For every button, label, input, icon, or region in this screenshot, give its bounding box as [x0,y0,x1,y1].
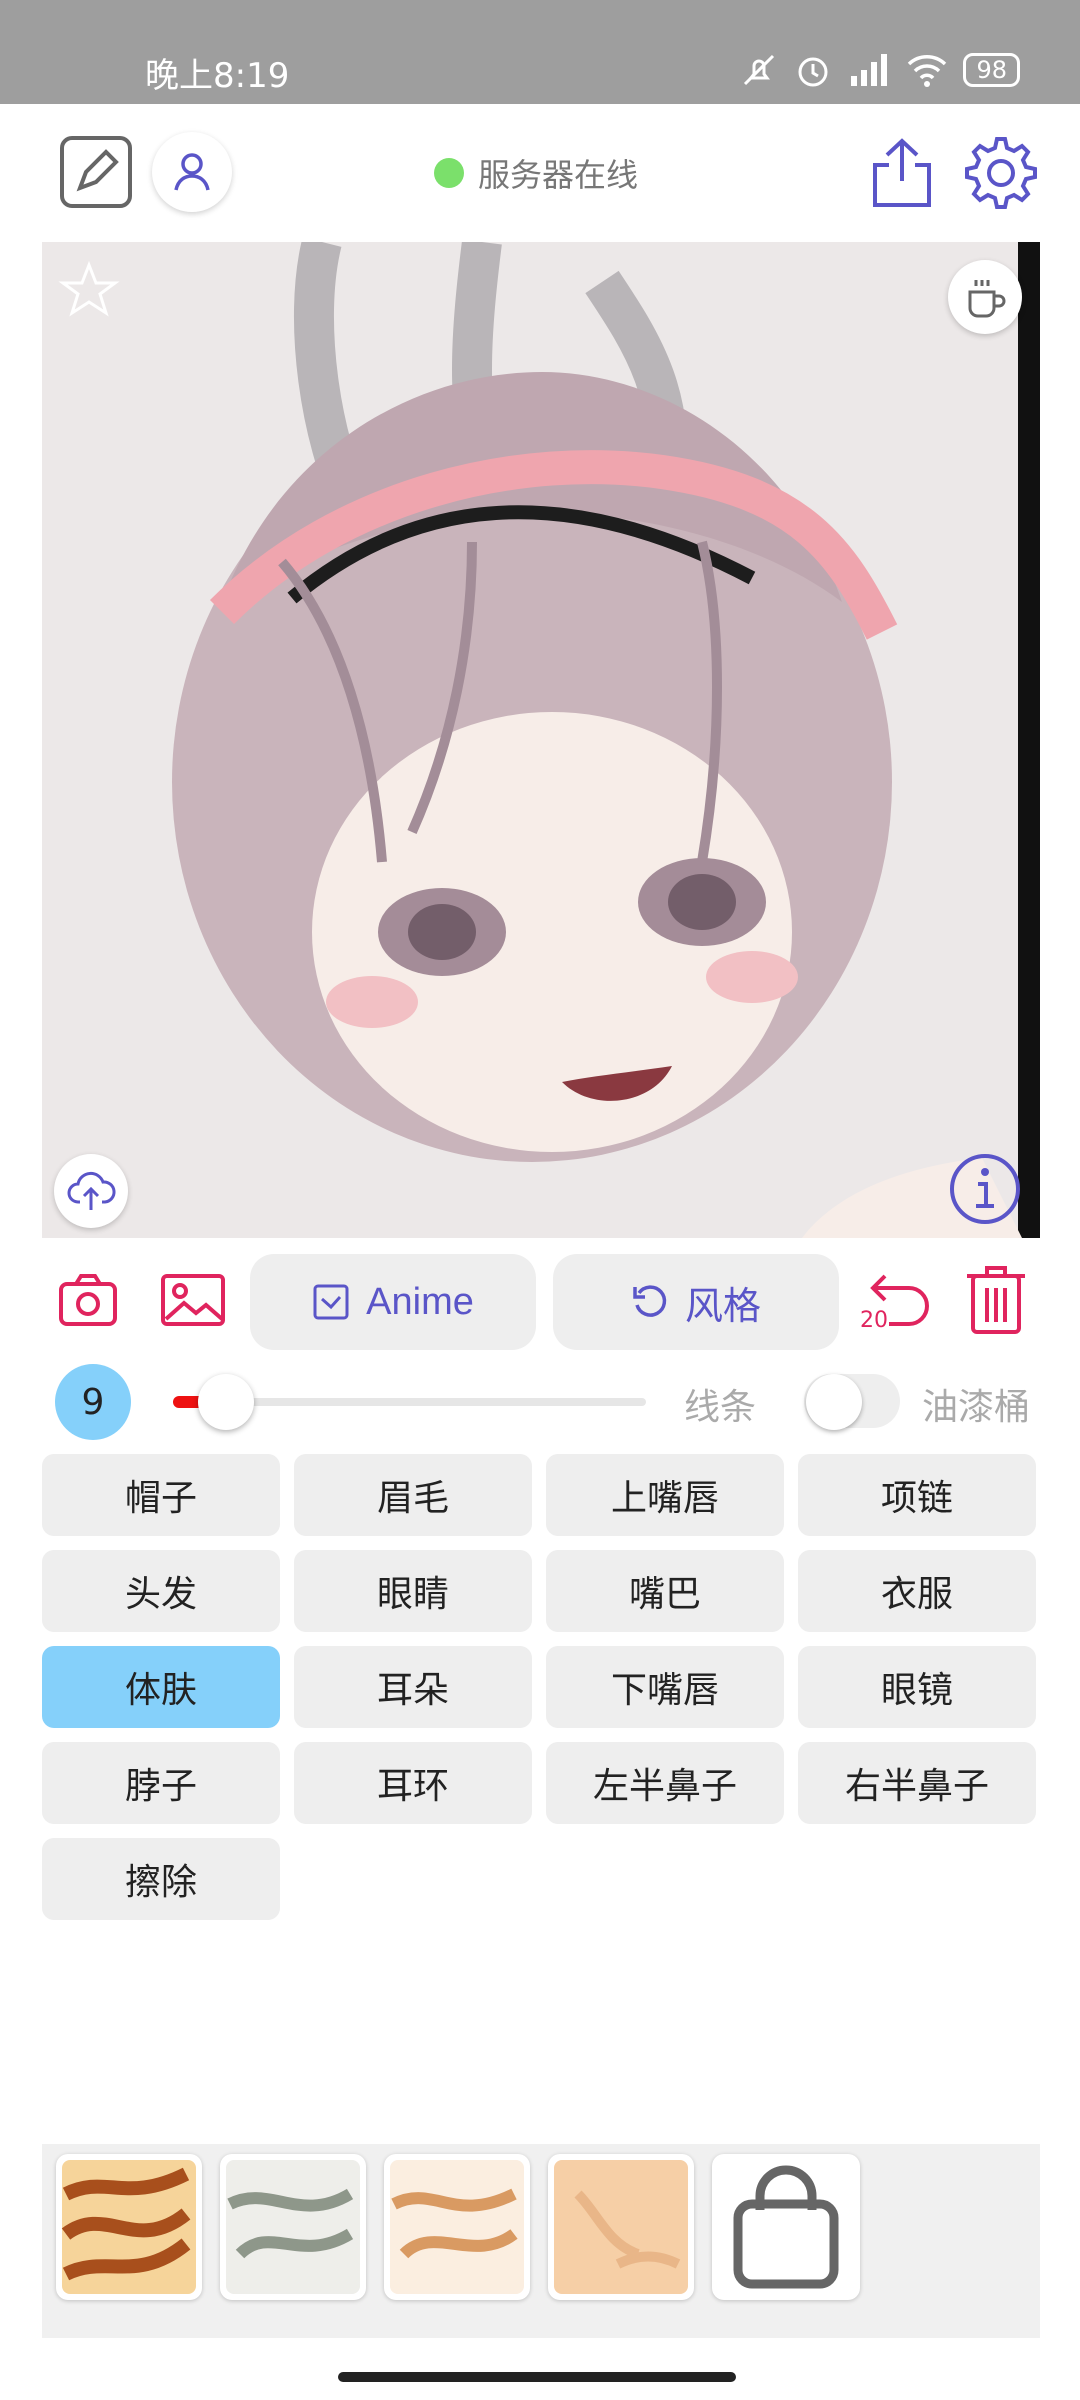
part-button-necklace[interactable]: 项链 [798,1454,1036,1536]
cloud-upload-icon [67,1171,116,1210]
part-button-left-nose[interactable]: 左半鼻子 [546,1742,784,1824]
part-button-right-nose[interactable]: 右半鼻子 [798,1742,1036,1824]
gear-icon [965,137,1037,209]
texture-swatch-image [226,2160,360,2294]
image-canvas[interactable] [42,242,1040,1238]
signal-icon [851,54,888,86]
anime-label: Anime [366,1280,474,1323]
part-button-clothes[interactable]: 衣服 [798,1550,1036,1632]
favorite-button[interactable] [52,254,126,328]
user-icon [174,153,210,191]
part-button-eyebrows[interactable]: 眉毛 [294,1454,532,1536]
style-button[interactable]: 风格 [553,1254,839,1350]
undo-count: 20 [860,1308,888,1333]
server-status: 服务器在线 [434,150,638,196]
part-button-eyes[interactable]: 眼睛 [294,1550,532,1632]
mute-icon [744,54,775,86]
share-icon [873,138,931,207]
texture-swatch-image [61,2160,196,2294]
share-button[interactable] [866,134,938,210]
coffee-icon [968,280,1006,318]
refresh-icon [633,1285,667,1317]
shop-button[interactable] [712,2154,860,2300]
texture-item[interactable] [56,2154,202,2300]
server-status-label: 服务器在线 [478,156,639,194]
status-time: 晚上8:19 [145,56,290,96]
status-bar: 晚上8:19 98 [0,0,1080,104]
paint-bucket-toggle-knob[interactable] [806,1374,862,1430]
wifi-icon [908,55,947,87]
brush-size-slider-thumb[interactable] [198,1374,254,1430]
part-button-neck[interactable]: 脖子 [42,1742,280,1824]
alarm-icon [798,57,828,87]
lines-label: 线条 [684,1387,757,1428]
profile-button[interactable] [152,132,232,212]
online-dot [434,158,464,188]
info-button[interactable] [948,1152,1022,1226]
coffee-button[interactable] [948,260,1022,334]
part-button-upper-lip[interactable]: 上嘴唇 [546,1454,784,1536]
upload-button[interactable] [54,1154,128,1228]
style-label: 风格 [684,1285,761,1328]
part-button-hat[interactable]: 帽子 [42,1454,280,1536]
star-icon [58,260,120,317]
part-button-earrings[interactable]: 耳环 [294,1742,532,1824]
shopping-bag-icon [733,2165,839,2289]
settings-button[interactable] [962,134,1040,212]
battery-indicator: 98 [963,53,1020,87]
anime-portrait-image [42,242,1040,1238]
part-button-skin[interactable]: 体肤 [42,1646,280,1728]
undo-button[interactable]: 20 [858,1264,938,1336]
paint-bucket-label: 油漆桶 [922,1387,1031,1428]
edit-icon [60,136,132,208]
part-button-erase[interactable]: 擦除 [42,1838,280,1920]
part-button-lower-lip[interactable]: 下嘴唇 [546,1646,784,1728]
brush-size-badge: 9 [55,1364,131,1440]
status-icons: 98 [739,50,1020,90]
texture-swatch-image [390,2160,524,2294]
image-icon [161,1274,225,1326]
part-button-mouth[interactable]: 嘴巴 [546,1550,784,1632]
texture-item[interactable] [220,2154,366,2300]
delete-button[interactable] [960,1262,1032,1338]
part-button-ears[interactable]: 耳朵 [294,1646,532,1728]
texture-item[interactable] [548,2154,694,2300]
gallery-button[interactable] [158,1268,228,1332]
part-button-glasses[interactable]: 眼镜 [798,1646,1036,1728]
trash-icon [967,1266,1025,1334]
camera-icon [59,1274,117,1326]
edit-button[interactable] [58,134,134,210]
home-indicator[interactable] [338,2372,736,2382]
anime-mode-button[interactable]: Anime [250,1254,536,1350]
texture-swatch-image [554,2160,688,2294]
info-icon [950,1154,1020,1224]
check-box-icon [313,1284,349,1320]
part-button-hair[interactable]: 头发 [42,1550,280,1632]
texture-item[interactable] [384,2154,530,2300]
camera-button[interactable] [56,1268,120,1332]
